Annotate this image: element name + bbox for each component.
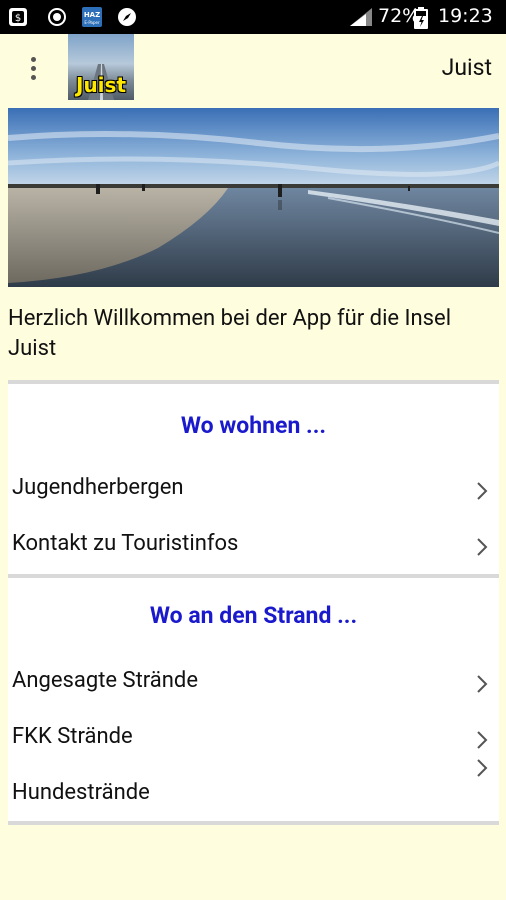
list-item-label: FKK Strände (12, 724, 133, 749)
clock: 19:23 (438, 5, 493, 27)
list-item-label: Kontakt zu Touristinfos (12, 531, 239, 556)
svg-text:HAZ: HAZ (84, 11, 100, 19)
section-wo-an-den-strand: Wo an den Strand ... Angesagte Strände F… (8, 574, 499, 825)
signal-icon (350, 8, 372, 26)
screen-time-icon: $ (9, 8, 27, 26)
list-item-kontakt-touristinfos[interactable]: Kontakt zu Touristinfos (8, 516, 499, 572)
app-logo: Juist (68, 34, 134, 100)
svg-text:$: $ (15, 13, 21, 24)
chevron-right-icon (477, 538, 488, 556)
chevron-right-icon (477, 482, 488, 500)
section-header: Wo an den Strand ... (149, 602, 358, 629)
app-title: Juist (441, 54, 492, 81)
section-wo-wohnen: Wo wohnen ... Jugendherbergen Kontakt zu… (8, 380, 499, 578)
list-item-label: Hundestrände (12, 780, 150, 805)
chevron-right-icon (477, 759, 488, 777)
list-item-jugendherbergen[interactable]: Jugendherbergen (8, 460, 499, 516)
overflow-dot-icon (31, 75, 36, 80)
chevron-right-icon (477, 675, 488, 693)
overflow-dot-icon (31, 57, 36, 62)
status-bar: $ HAZ E-Paper 72% 19:23 (0, 0, 506, 34)
welcome-text: Herzlich Willkommen bei der App für die … (8, 306, 452, 361)
overflow-menu-button[interactable] (18, 54, 48, 84)
list-item-angesagte-straende[interactable]: Angesagte Strände (8, 656, 499, 712)
compass-icon (118, 8, 136, 26)
list-item-fkk-straende[interactable]: FKK Strände (8, 712, 499, 768)
news-app-icon: HAZ E-Paper (82, 7, 102, 27)
sync-icon (48, 8, 66, 26)
battery-icon (414, 7, 428, 29)
app-bar: Juist Juist (0, 34, 506, 102)
logo-text: Juist (76, 73, 126, 97)
list-item-label: Jugendherbergen (12, 475, 184, 500)
overflow-dot-icon (31, 66, 36, 71)
list-item-hundestraende[interactable]: Hundestrände (8, 759, 499, 818)
svg-text:E-Paper: E-Paper (84, 20, 100, 25)
section-header: Wo wohnen ... (180, 412, 327, 439)
chevron-right-icon (477, 731, 488, 749)
beach-hero-image (8, 108, 499, 287)
list-item-label: Angesagte Strände (12, 668, 198, 693)
